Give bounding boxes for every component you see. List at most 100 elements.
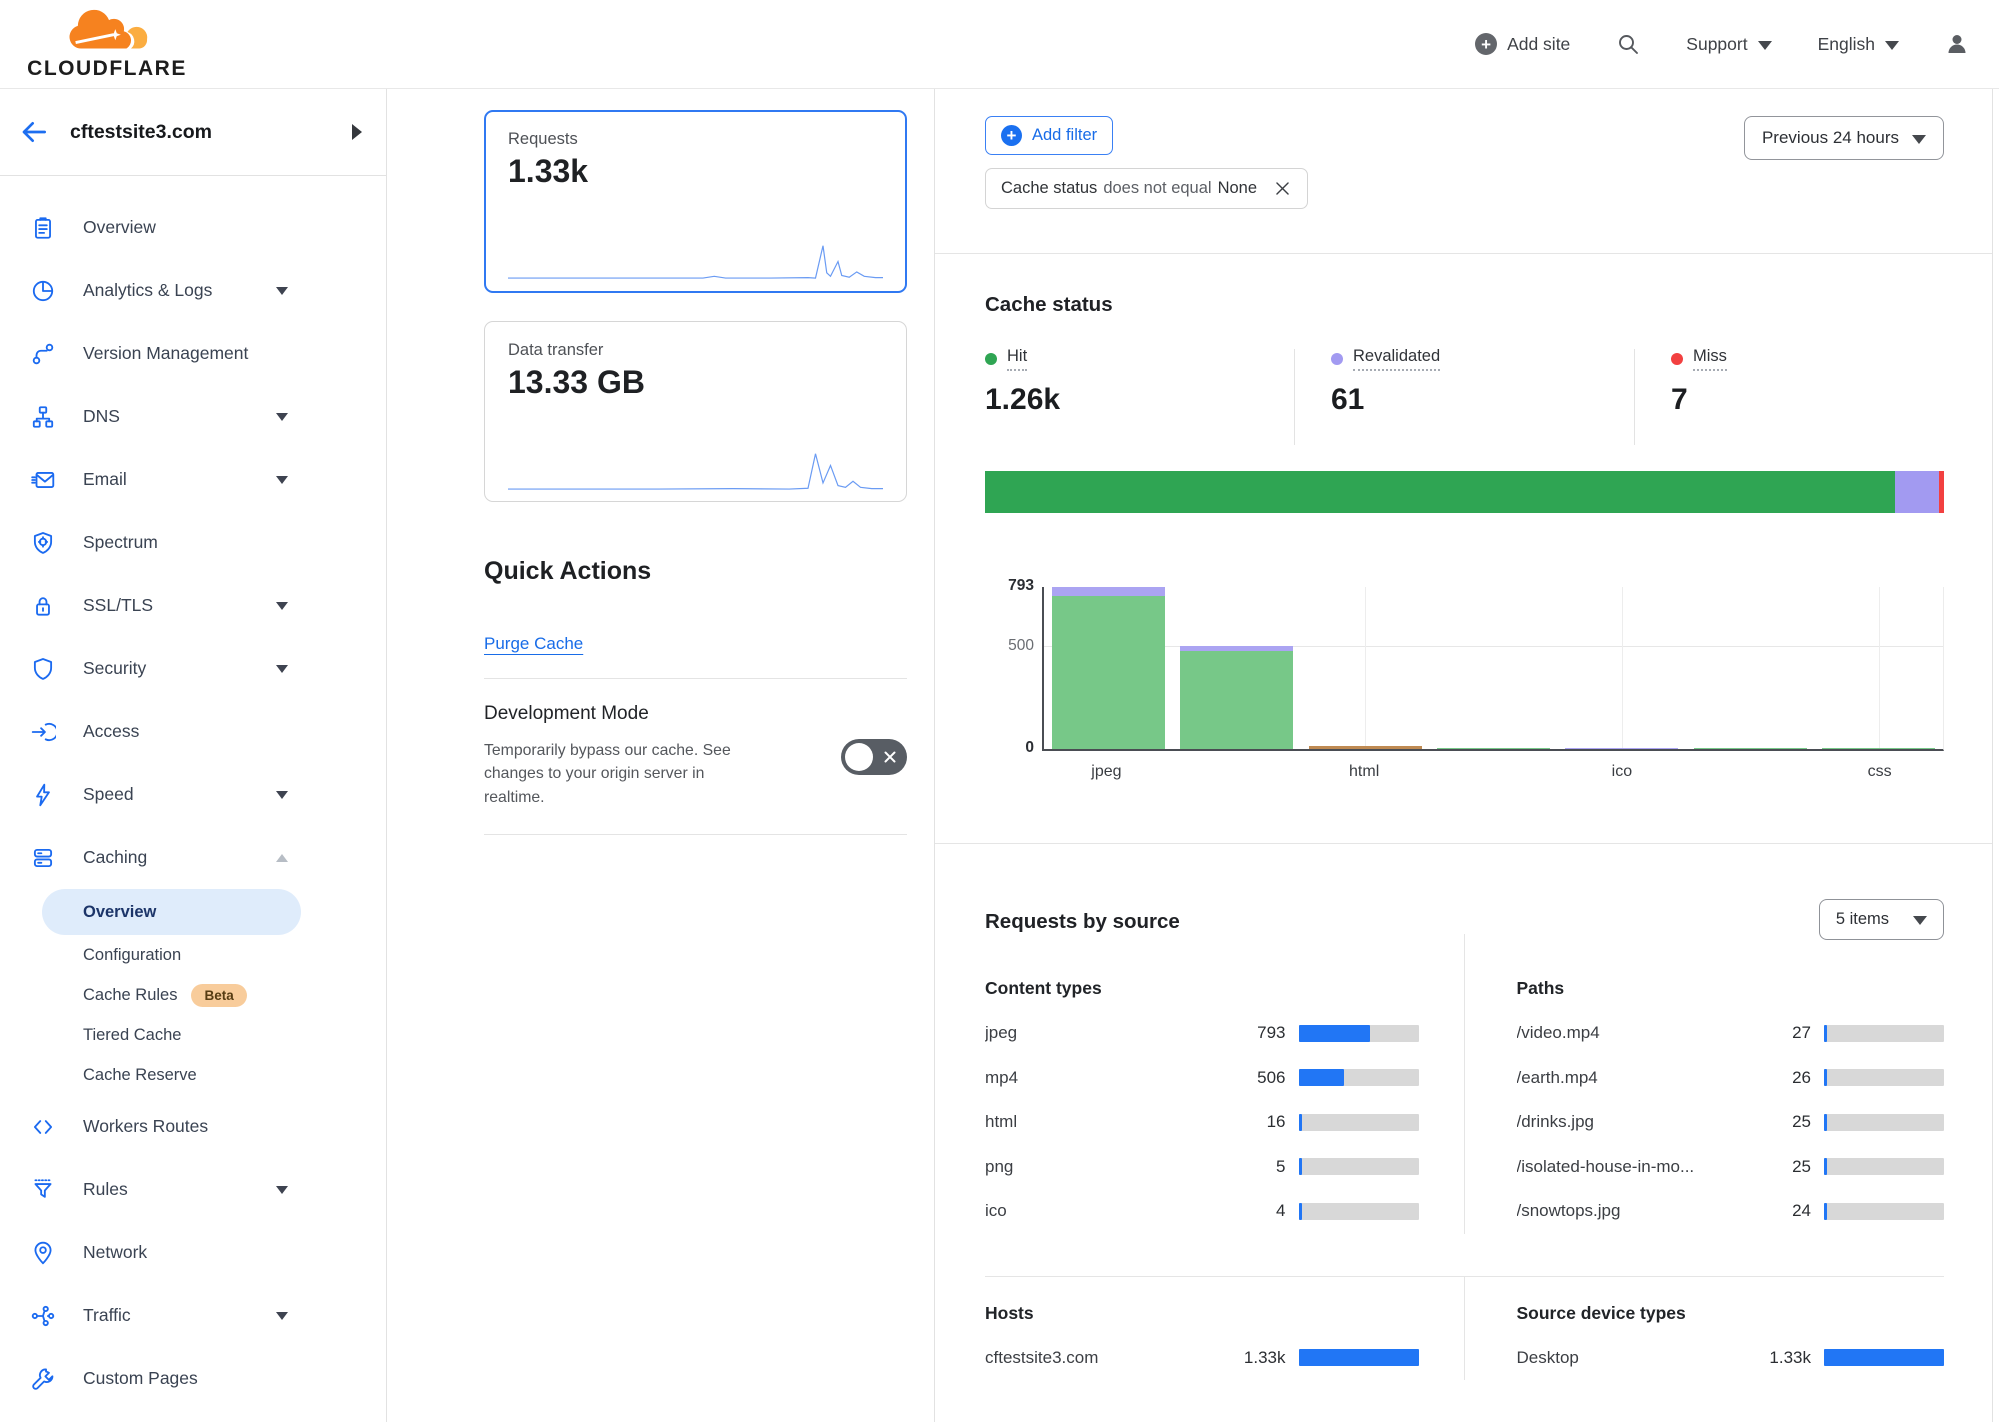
topbar: CLOUDFLARE + Add site Support English xyxy=(0,0,1999,89)
table-row-jpeg[interactable]: jpeg793 xyxy=(985,1011,1419,1056)
analytics-panel: + Add filter Cache status does not equal… xyxy=(935,89,1993,1422)
y-tick-500: 500 xyxy=(1008,637,1034,655)
sidebar-item-custom-pages[interactable]: Custom Pages xyxy=(0,1347,386,1410)
sidebar-item-overview[interactable]: Overview xyxy=(0,196,386,259)
gridline xyxy=(1879,587,1880,749)
sidebar-item-rules[interactable]: Rules xyxy=(0,1158,386,1221)
segment-hit xyxy=(1180,651,1293,749)
sidebar-item-speed[interactable]: Speed xyxy=(0,763,386,826)
chart-slot-mp4 xyxy=(1172,587,1300,749)
hit-legend-dot xyxy=(985,353,997,365)
x-tick-mp4 xyxy=(1171,763,1300,781)
cache-status-column-chart: 0500793 jpeghtmlicocss xyxy=(1042,587,1944,781)
sidebar-subitem-caching-overview[interactable]: Overview xyxy=(42,889,301,935)
add-filter-button[interactable]: + Add filter xyxy=(985,116,1113,155)
cache-status-filter-chip[interactable]: Cache status does not equal None xyxy=(985,168,1308,209)
table-row-cftestsite3-com[interactable]: cftestsite3.com1.33k xyxy=(985,1336,1419,1381)
sidebar-item-spectrum[interactable]: Spectrum xyxy=(0,511,386,574)
site-header: cftestsite3.com xyxy=(0,89,386,176)
sidebar-item-network[interactable]: Network xyxy=(0,1221,386,1284)
table-row-html[interactable]: html16 xyxy=(985,1100,1419,1145)
sidebar-item-access[interactable]: Access xyxy=(0,700,386,763)
items-count-selector[interactable]: 5 items xyxy=(1819,899,1944,940)
development-mode-title: Development Mode xyxy=(484,703,841,725)
table-row-ico[interactable]: ico4 xyxy=(985,1189,1419,1234)
toggle-knob xyxy=(845,743,873,771)
segment-hit xyxy=(1822,748,1935,750)
chart-slot-ico xyxy=(1558,587,1686,749)
table-row-video-mp4[interactable]: /video.mp427 xyxy=(1517,1011,1945,1056)
language-menu[interactable]: English xyxy=(1818,34,1899,55)
development-mode-toggle[interactable] xyxy=(841,739,907,775)
support-menu[interactable]: Support xyxy=(1686,34,1771,55)
chevron-down-icon xyxy=(276,665,288,673)
sidebar-item-email[interactable]: Email xyxy=(0,448,386,511)
add-site-button[interactable]: + Add site xyxy=(1475,33,1570,55)
table-row-earth-mp4[interactable]: /earth.mp426 xyxy=(1517,1056,1945,1101)
data-transfer-card-label: Data transfer xyxy=(508,341,883,360)
segment-hit xyxy=(1437,748,1550,750)
sidebar-item-traffic[interactable]: Traffic xyxy=(0,1284,386,1347)
security-icon xyxy=(30,656,56,682)
site-name: cftestsite3.com xyxy=(70,121,332,144)
table-row-drinks-jpg[interactable]: /drinks.jpg25 xyxy=(1517,1100,1945,1145)
search-button[interactable] xyxy=(1616,32,1640,56)
ssl-tls-icon xyxy=(30,593,56,619)
stat-label-revalidated[interactable]: Revalidated xyxy=(1353,347,1440,371)
stat-label-miss[interactable]: Miss xyxy=(1693,347,1727,371)
chevron-down-icon xyxy=(1913,916,1927,925)
table-row-snowtops-jpg[interactable]: /snowtops.jpg24 xyxy=(1517,1189,1945,1234)
overview-icon xyxy=(30,215,56,241)
data-transfer-metric-card[interactable]: Data transfer 13.33 GB xyxy=(484,321,907,502)
table-row-png[interactable]: png5 xyxy=(985,1145,1419,1190)
cache-status-section: Cache status Hit1.26kRevalidated61Miss7 … xyxy=(935,254,1992,844)
time-range-selector[interactable]: Previous 24 hours xyxy=(1744,116,1944,160)
requests-card-label: Requests xyxy=(508,130,883,149)
back-arrow-icon[interactable] xyxy=(18,116,50,148)
column-bar-mp4 xyxy=(1180,646,1293,749)
sidebar-subitem-caching-cache-rules[interactable]: Cache RulesBeta xyxy=(0,975,386,1015)
miss-legend-dot xyxy=(1671,353,1683,365)
chevron-down-icon xyxy=(276,791,288,799)
custom-pages-icon xyxy=(30,1366,56,1392)
chevron-down-icon xyxy=(276,1312,288,1320)
chevron-down-icon xyxy=(1758,41,1772,50)
x-tick-css: css xyxy=(1815,763,1944,781)
stat-label-hit[interactable]: Hit xyxy=(1007,347,1027,371)
access-icon xyxy=(30,719,56,745)
sidebar-item-analytics-logs[interactable]: Analytics & Logs xyxy=(0,259,386,322)
cloudflare-logo[interactable]: CLOUDFLARE xyxy=(22,7,192,81)
chart-slot-png xyxy=(1429,587,1557,749)
filter-operator: does not equal xyxy=(1103,179,1211,198)
column-bar-css xyxy=(1822,748,1935,750)
chart-slot-html xyxy=(1301,587,1429,749)
sidebar-item-version-management[interactable]: Version Management xyxy=(0,322,386,385)
value-bar xyxy=(1824,1203,1944,1220)
table-title-paths: Paths xyxy=(1517,978,1945,999)
sidebar-subitem-caching-tiered-cache[interactable]: Tiered Cache xyxy=(0,1015,386,1055)
sidebar-subitem-caching-configuration[interactable]: Configuration xyxy=(0,935,386,975)
sidebar-item-workers-routes[interactable]: Workers Routes xyxy=(0,1095,386,1158)
sidebar-item-ssl-tls[interactable]: SSL/TLS xyxy=(0,574,386,637)
remove-filter-icon[interactable] xyxy=(1273,179,1292,198)
sidebar-item-dns[interactable]: DNS xyxy=(0,385,386,448)
purge-cache-link[interactable]: Purge Cache xyxy=(484,634,583,654)
table-row-isolated-house-in-mo[interactable]: /isolated-house-in-mo...25 xyxy=(1517,1145,1945,1190)
requests-metric-card[interactable]: Requests 1.33k xyxy=(484,110,907,293)
table-row-desktop[interactable]: Desktop1.33k xyxy=(1517,1336,1945,1381)
chevron-up-icon xyxy=(276,854,288,862)
account-menu[interactable] xyxy=(1945,32,1969,56)
chevron-right-icon[interactable] xyxy=(352,124,362,140)
value-bar xyxy=(1824,1025,1944,1042)
x-tick-jpeg: jpeg xyxy=(1042,763,1171,781)
sidebar-subitem-caching-cache-reserve[interactable]: Cache Reserve xyxy=(0,1055,386,1095)
table-row-mp4[interactable]: mp4506 xyxy=(985,1056,1419,1101)
y-tick-793: 793 xyxy=(1008,577,1034,595)
value-bar xyxy=(1299,1025,1419,1042)
hosts-table: Hostscftestsite3.com1.33k xyxy=(985,1277,1465,1381)
sidebar-item-security[interactable]: Security xyxy=(0,637,386,700)
table-title-source-device-types: Source device types xyxy=(1517,1303,1945,1324)
middle-column: Requests 1.33k Data transfer 13.33 GB Qu… xyxy=(387,89,935,1422)
chevron-down-icon xyxy=(276,602,288,610)
sidebar-item-caching[interactable]: Caching xyxy=(0,826,386,889)
